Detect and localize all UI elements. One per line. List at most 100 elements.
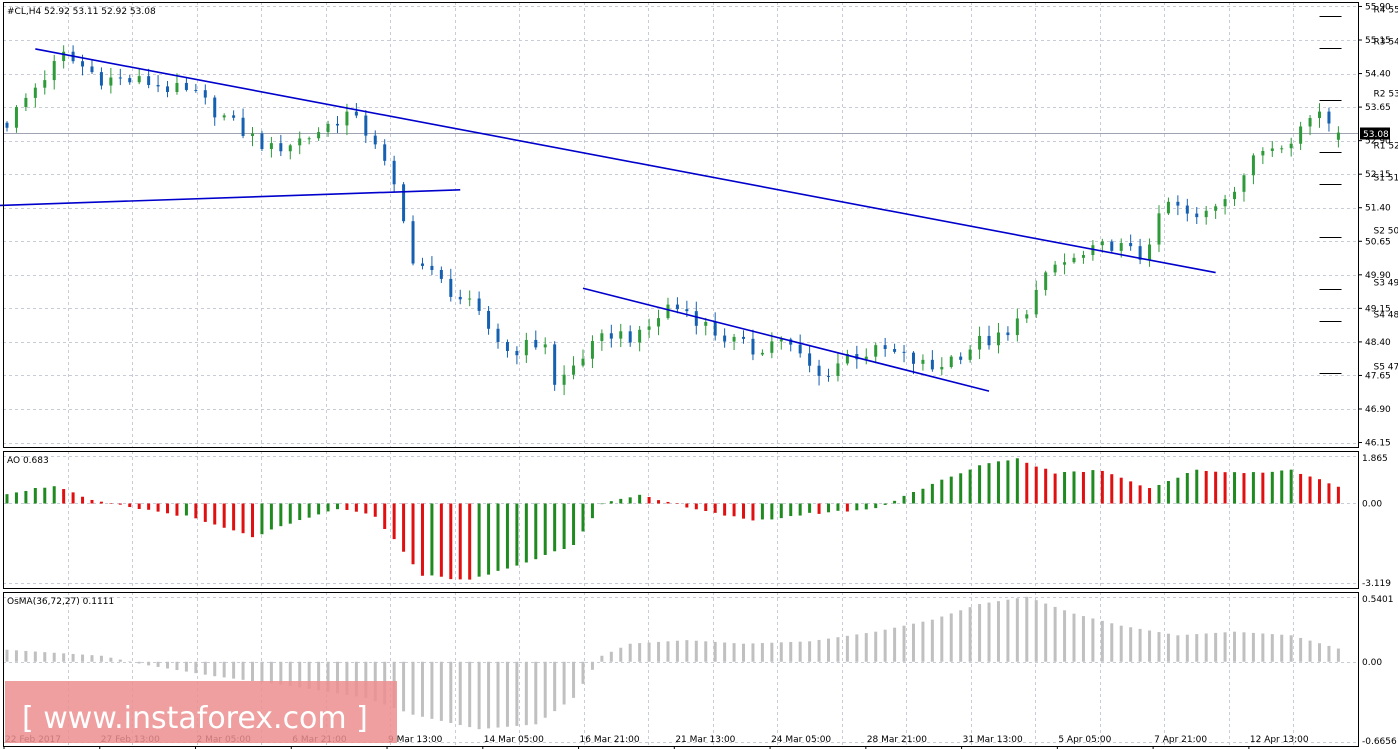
pivot-level-label: R2 53.81 bbox=[1374, 90, 1398, 100]
osma-bar bbox=[118, 659, 122, 662]
osma-bar bbox=[1251, 632, 1255, 662]
osma-bar bbox=[99, 655, 103, 662]
osma-bar bbox=[921, 621, 925, 662]
osma-bar bbox=[1261, 633, 1265, 662]
ao-bar bbox=[241, 503, 245, 534]
candle bbox=[260, 130, 264, 152]
osma-bar bbox=[1185, 634, 1189, 662]
price-tick-label: 54.40 bbox=[1365, 70, 1391, 80]
osma-bar bbox=[1100, 620, 1104, 662]
ao-bar bbox=[62, 489, 66, 504]
time-tick-label: 31 Mar 13:00 bbox=[963, 735, 1023, 745]
osma-bar bbox=[590, 661, 594, 670]
ao-bar bbox=[911, 491, 915, 504]
ao-bar bbox=[505, 503, 509, 569]
ao-bar bbox=[1299, 473, 1303, 504]
osma-bar bbox=[902, 625, 906, 662]
osma-bar bbox=[789, 642, 793, 662]
ao-bar bbox=[590, 503, 594, 519]
osma-bar bbox=[1148, 630, 1152, 662]
osma-bar bbox=[505, 661, 509, 727]
ao-bar bbox=[940, 479, 944, 504]
osma-bar bbox=[1176, 635, 1180, 662]
ao-bar bbox=[109, 503, 113, 504]
ao-bar bbox=[1336, 486, 1340, 504]
ao-bar bbox=[657, 500, 661, 504]
ao-bar bbox=[893, 500, 897, 504]
osma-bar bbox=[572, 661, 576, 698]
ao-bar bbox=[987, 463, 991, 504]
ao-bar bbox=[307, 503, 311, 518]
watermark-text: [ www.instaforex.com ] bbox=[22, 701, 368, 736]
ao-bar bbox=[808, 503, 812, 513]
osma-bar bbox=[685, 640, 689, 662]
osma-bar bbox=[1280, 634, 1284, 662]
ao-bar bbox=[1242, 473, 1246, 504]
ao-bar bbox=[392, 503, 396, 540]
ao-bar bbox=[874, 503, 878, 509]
ao-bar bbox=[553, 503, 557, 552]
osma-bar bbox=[770, 642, 774, 662]
ao-bar bbox=[996, 461, 1000, 504]
ao-bar bbox=[496, 503, 500, 571]
ao-bar bbox=[137, 503, 141, 509]
indicator-tick-label: 0.00 bbox=[1362, 499, 1382, 509]
osma-bar bbox=[109, 657, 113, 662]
price-tick-label: 53.65 bbox=[1365, 103, 1391, 113]
osma-bar bbox=[883, 629, 887, 662]
osma-bar bbox=[1157, 632, 1161, 662]
osma-bar bbox=[1233, 631, 1237, 662]
price-tick-label: 55.90 bbox=[1365, 2, 1391, 12]
osma-bar bbox=[675, 640, 679, 662]
ao-bar bbox=[468, 503, 472, 580]
ao-bar bbox=[1148, 488, 1152, 504]
osma-bar bbox=[203, 661, 207, 675]
ao-bar bbox=[203, 503, 207, 522]
osma-bar bbox=[1044, 603, 1048, 662]
osma-bar bbox=[600, 655, 604, 662]
pivot-level-label: S2 50.75 bbox=[1374, 227, 1398, 237]
osma-bar bbox=[439, 661, 443, 721]
ao-bar bbox=[1072, 471, 1076, 504]
osma-bar bbox=[232, 661, 236, 679]
ao-bar bbox=[1204, 470, 1208, 504]
ao-bar bbox=[619, 498, 623, 504]
ao-bar bbox=[534, 503, 538, 560]
ao-bar bbox=[760, 503, 764, 520]
osma-bar bbox=[71, 653, 75, 662]
ao-bar bbox=[1251, 472, 1255, 504]
osma-bar bbox=[1270, 634, 1274, 662]
ao-bar bbox=[1110, 474, 1114, 504]
ao-bar bbox=[402, 503, 406, 552]
osma-bar bbox=[1025, 596, 1029, 662]
ao-bar bbox=[1044, 468, 1048, 504]
osma-bar bbox=[543, 661, 547, 718]
ao-bar bbox=[864, 503, 868, 510]
osma-bar bbox=[1223, 632, 1227, 662]
osma-bar bbox=[1299, 637, 1303, 662]
osma-bar bbox=[1289, 635, 1293, 662]
osma-bar bbox=[147, 661, 151, 666]
osma-bar bbox=[260, 661, 264, 683]
ao-bar bbox=[487, 503, 491, 575]
ao-bar bbox=[836, 503, 840, 511]
price-tick-label: 47.65 bbox=[1365, 371, 1391, 381]
osma-bar bbox=[911, 623, 915, 662]
candle bbox=[553, 341, 557, 391]
osma-bar bbox=[704, 641, 708, 662]
candle bbox=[402, 182, 406, 224]
ao-bar bbox=[430, 503, 434, 576]
ao-bar bbox=[628, 497, 632, 504]
osma-bar bbox=[1138, 628, 1142, 662]
ao-bar bbox=[477, 503, 481, 577]
ao-bar bbox=[5, 494, 9, 504]
ao-bar bbox=[1157, 484, 1161, 504]
ao-bar bbox=[713, 503, 717, 513]
ao-bar bbox=[1270, 471, 1274, 504]
osma-bar bbox=[808, 641, 812, 662]
osma-bar bbox=[1091, 618, 1095, 662]
ao-panel-title: AO 0.683 bbox=[7, 456, 49, 466]
ao-bar bbox=[147, 503, 151, 510]
osma-bar bbox=[723, 642, 727, 662]
price-tick-label: 51.40 bbox=[1365, 204, 1391, 214]
